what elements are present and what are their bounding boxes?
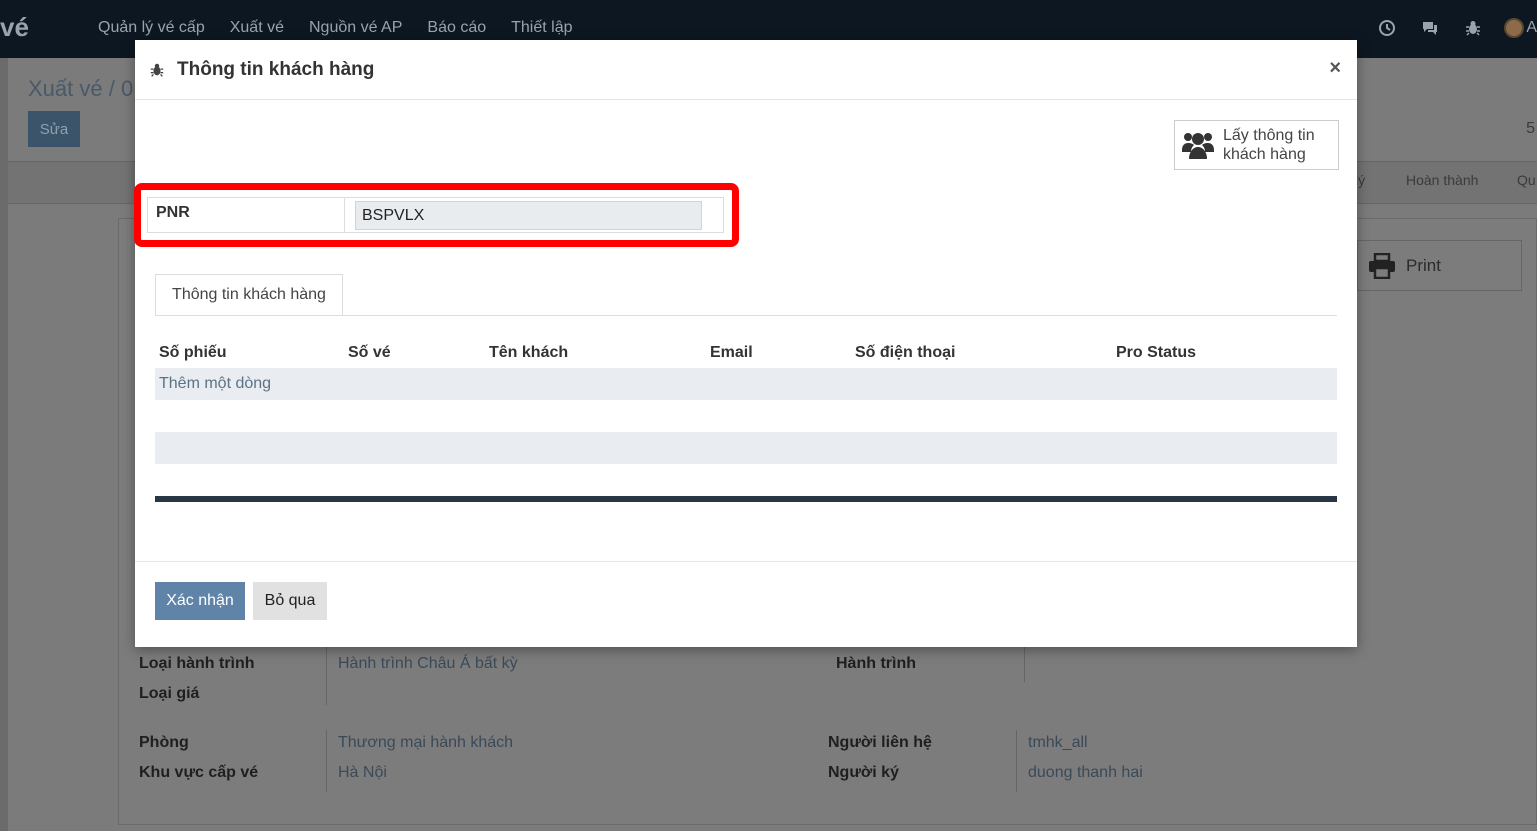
navbar-icons: A [1353, 18, 1537, 38]
menu-item-reports[interactable]: Báo cáo [427, 19, 486, 37]
route-type-label: Loại hành trình [139, 655, 255, 672]
pnr-input[interactable] [355, 201, 702, 230]
route-type-value: Hành trình Châu Á bất kỳ [338, 655, 518, 672]
user-name[interactable]: A [1526, 19, 1537, 37]
app-brand[interactable]: vé [0, 12, 29, 43]
department-value: Thương mại hành khách [338, 734, 514, 751]
print-button[interactable]: Print [1357, 240, 1522, 291]
stage-completed[interactable]: Hoàn thành [1406, 172, 1478, 188]
tab-divider [155, 315, 1337, 316]
confirm-button[interactable]: Xác nhận [155, 582, 245, 620]
bug-icon[interactable] [1464, 19, 1482, 37]
main-menu: Quản lý vé cấp Xuất vé Nguồn vé AP Báo c… [98, 19, 598, 37]
table-row: Thêm một dòng [155, 368, 1337, 400]
edit-button[interactable]: Sửa [28, 111, 80, 147]
pnr-label: PNR [156, 204, 190, 221]
column-header-phone[interactable]: Số điện thoại [855, 344, 955, 362]
table-row [155, 432, 1337, 464]
contact-value: tmhk_all [1028, 734, 1088, 751]
region-label: Khu vực cấp vé [139, 764, 259, 781]
tab-customer-info[interactable]: Thông tin khách hàng [155, 274, 343, 316]
column-header-voucher-no[interactable]: Số phiếu [159, 344, 227, 362]
pager-value[interactable]: 5 [1526, 120, 1535, 138]
user-avatar[interactable] [1504, 18, 1525, 38]
table-footer [155, 496, 1337, 502]
clock-icon[interactable] [1378, 19, 1396, 37]
department-label: Phòng [139, 734, 189, 751]
divider [1016, 730, 1017, 792]
itinerary-label: Hành trình [836, 655, 916, 672]
dialog-header: Thông tin khách hàng × [135, 40, 1357, 100]
chat-icon[interactable] [1421, 19, 1439, 37]
menu-item-issue-ticket[interactable]: Xuất vé [230, 19, 284, 37]
divider [344, 198, 345, 232]
fetch-customer-info-button[interactable]: Lấy thông tin khách hàng [1174, 120, 1339, 170]
add-line-link[interactable]: Thêm một dòng [159, 375, 271, 393]
column-header-email[interactable]: Email [710, 344, 753, 362]
column-header-passenger-name[interactable]: Tên khách [489, 344, 568, 362]
menu-item-ticket-management[interactable]: Quản lý vé cấp [98, 19, 205, 37]
fetch-customer-info-label: Lấy thông tin khách hàng [1223, 127, 1315, 163]
bug-icon [150, 63, 164, 77]
divider [326, 647, 327, 705]
stage-next[interactable]: Qu [1517, 172, 1536, 188]
print-label: Print [1406, 255, 1441, 275]
close-icon[interactable]: × [1329, 57, 1341, 80]
divider [326, 730, 327, 792]
breadcrumb[interactable]: Xuất vé / 0 [28, 76, 133, 102]
customer-info-dialog: Thông tin khách hàng × Lấy thông tin khá… [134, 40, 1357, 647]
cancel-button[interactable]: Bỏ qua [253, 582, 327, 620]
menu-item-ap-source[interactable]: Nguồn vé AP [309, 19, 402, 37]
fare-type-label: Loại giá [139, 685, 200, 702]
signer-label: Người ký [828, 764, 899, 781]
users-icon [1182, 133, 1214, 159]
contact-label: Người liên hệ [828, 734, 932, 751]
dialog-footer-divider [135, 561, 1357, 562]
column-header-pro-status[interactable]: Pro Status [1116, 344, 1196, 362]
menu-item-settings[interactable]: Thiết lập [511, 19, 572, 37]
column-header-ticket-no[interactable]: Số vé [348, 344, 391, 362]
dialog-title: Thông tin khách hàng [177, 59, 375, 80]
signer-value: duong thanh hai [1028, 764, 1143, 781]
printer-icon [1369, 252, 1395, 279]
region-value: Hà Nội [338, 764, 387, 781]
divider [1024, 647, 1025, 682]
pnr-field-row: PNR [147, 197, 724, 233]
